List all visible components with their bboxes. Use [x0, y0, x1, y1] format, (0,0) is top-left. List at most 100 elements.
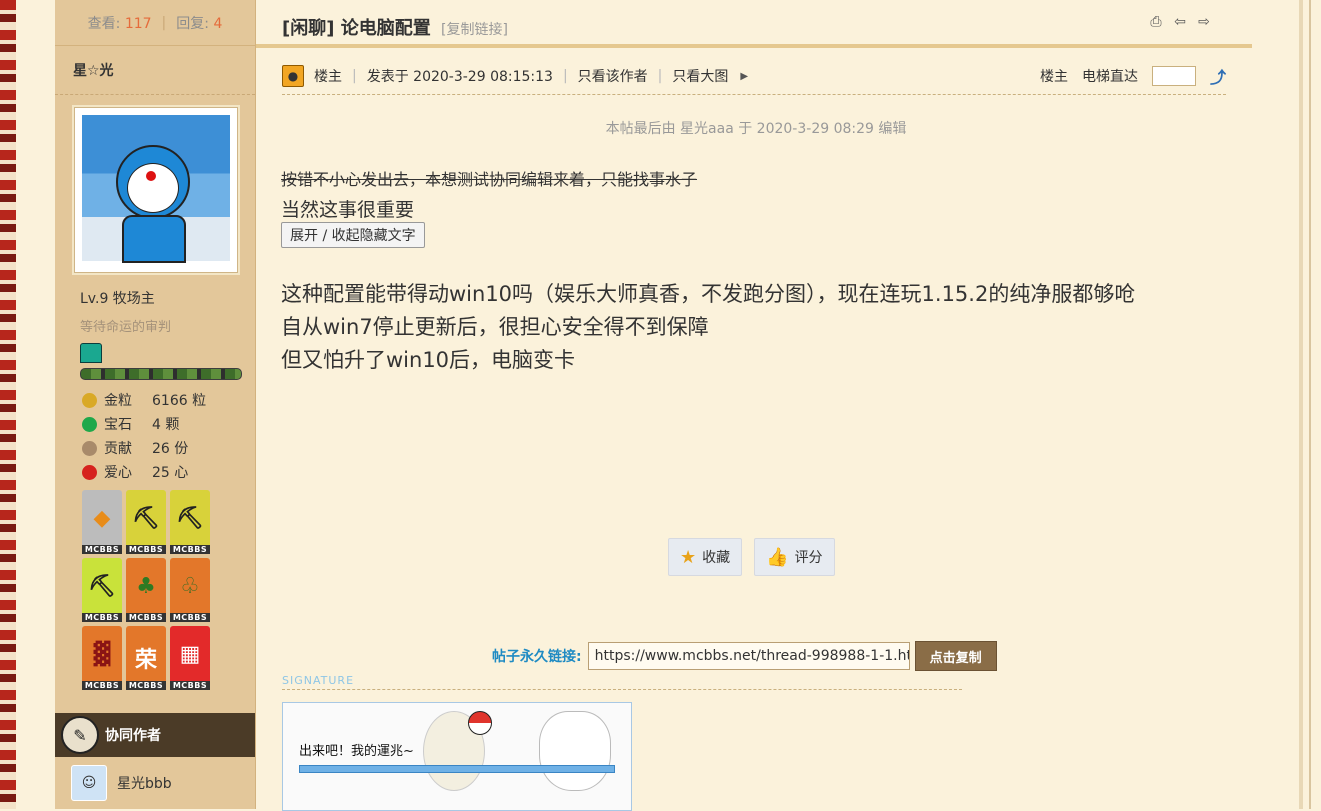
print-icon[interactable]: ⎙ [1148, 14, 1164, 30]
stat-value: 26 份 [152, 441, 189, 457]
experience-bar [80, 368, 242, 380]
meta-divider: | [657, 68, 663, 84]
doraemon-avatar-image [82, 115, 230, 263]
signature-text: 出来吧！我的運兆~ [299, 744, 414, 759]
user-level[interactable]: Lv.9 牧场主 [80, 288, 155, 308]
medal-pickaxe-icon[interactable]: ⛏ MCBBS [170, 490, 210, 554]
medal-grid: ◆ MCBBS ⛏ MCBBS ⛏ MCBBS ⛏ MCBBS ♣ MCBBS ♧ MCBB… [82, 490, 212, 690]
floor-number-input[interactable] [1151, 66, 1196, 86]
signature-divider: SIGNATURE [282, 674, 962, 690]
stat-label: 贡献 [104, 441, 132, 457]
post-body-line: 但又怕升了win10后，电脑变卡 [281, 348, 576, 372]
floor-label: 楼主 [1039, 69, 1068, 85]
thread-title-text: [闲聊] 论电脑配置 [282, 18, 431, 39]
rate-label: 评分 [794, 550, 823, 566]
stat-label: 宝石 [104, 417, 132, 433]
toggle-hidden-text-button[interactable]: 展开 / 收起隐藏文字 [281, 222, 425, 248]
star-icon: ★ [680, 546, 697, 568]
author-name[interactable]: 星☆光 [55, 46, 255, 95]
stat-value: 6166 粒 [152, 393, 207, 409]
post-actions: ★ 收藏 👍 评分 [668, 538, 835, 576]
coauthor-label: 协同作者 [105, 728, 161, 744]
medal-honor-icon[interactable]: 荣 MCBBS [126, 626, 166, 690]
coauthor-avatar[interactable]: ☺ [71, 765, 107, 801]
thread-title: [闲聊] 论电脑配置 [复制链接] [282, 14, 508, 40]
play-arrow-icon[interactable]: ▶ [740, 71, 748, 82]
meta-divider: | [562, 68, 568, 84]
permalink-label: 帖子永久链接: [492, 649, 582, 665]
post-line: 当然这事很重要 [281, 199, 415, 221]
favorite-label: 收藏 [702, 550, 731, 566]
thumbs-up-icon: 👍 [766, 546, 789, 568]
stat-gold: 金粒 6166 粒 [82, 388, 206, 412]
medal-pickaxe-icon[interactable]: ⛏ MCBBS [82, 558, 122, 622]
post-body: 这种配置能带得动win10吗（娱乐大师真香，不发跑分图），现在连玩1.15.2的… [281, 278, 1135, 377]
stat-value: 4 颗 [152, 417, 180, 433]
thread-title-bar: [闲聊] 论电脑配置 [复制链接] ⎙ ⇦ ⇨ [256, 0, 1252, 48]
stat-label: 爱心 [104, 465, 132, 481]
post-meta-bar: ● 楼主 | 发表于 2020-3-29 08:15:13 | 只看该作者 | … [282, 58, 1226, 95]
decorative-left-border [0, 0, 16, 809]
pokeball-icon [468, 711, 492, 735]
jump-go-icon[interactable]: ⤴ [1210, 64, 1226, 88]
user-title: 等待命运的审判 [80, 320, 172, 335]
next-thread-icon[interactable]: ⇨ [1196, 14, 1212, 30]
medal-netherwart-icon[interactable]: ▓ MCBBS [82, 626, 122, 690]
coauthor-header: ✎ 协同作者 [55, 713, 255, 757]
diamond-helmet-icon [80, 343, 102, 363]
previous-thread-icon[interactable]: ⇦ [1172, 14, 1188, 30]
jump-to-floor-label: 电梯直达 [1081, 69, 1138, 85]
stat-value: 25 心 [152, 465, 189, 481]
only-author-link[interactable]: 只看该作者 [578, 66, 648, 86]
post-body-line: 这种配置能带得动win10吗（娱乐大师真香，不发跑分图），现在连玩1.15.2的… [281, 282, 1136, 306]
stat-label: 金粒 [104, 393, 132, 409]
stat-gem: 宝石 4 颗 [82, 412, 206, 436]
permalink-url-field[interactable]: https://www.mcbbs.net/thread-998988-1-1.… [587, 642, 910, 670]
copy-link-button[interactable]: [复制链接] [441, 22, 508, 38]
coauthor-name[interactable]: 星光bbb [117, 773, 172, 793]
views-label: 查看: [87, 15, 121, 32]
big-image-link[interactable]: 只看大图 [672, 66, 728, 86]
post-timestamp: 发表于 2020-3-29 08:15:13 [366, 69, 553, 85]
contribution-icon [82, 440, 97, 456]
medal-window-icon[interactable]: ▦ MCBBS [170, 626, 210, 690]
title-actions: ⎙ ⇦ ⇨ [1148, 14, 1212, 30]
stat-contribution: 贡献 26 份 [82, 436, 206, 460]
floor-navigation: 楼主 电梯直达 ⤴ [1040, 64, 1226, 88]
views-count: 117 [124, 15, 152, 32]
thread-stats: 查看: 117 | 回复: 4 [55, 0, 255, 46]
stat-love: 爱心 25 心 [82, 460, 206, 484]
medal-pickaxe-icon[interactable]: ⛏ MCBBS [126, 490, 166, 554]
rate-button[interactable]: 👍 评分 [754, 538, 835, 576]
left-gutter [16, 0, 54, 809]
user-stats: 金粒 6166 粒 宝石 4 颗 贡献 26 份 爱心 25 心 [82, 388, 206, 484]
author-avatar[interactable] [74, 107, 238, 273]
author-sidebar: 查看: 117 | 回复: 4 星☆光 Lv.9 牧场主 等待命运的审判 金粒 … [55, 0, 256, 809]
copy-permalink-button[interactable]: 点击复制 [914, 641, 997, 671]
replies-stat: 回复: 4 [176, 13, 222, 33]
replies-count: 4 [213, 15, 223, 32]
author-online-icon: ● [282, 65, 304, 87]
coauthor-icon: ✎ [61, 716, 99, 754]
views-stat: 查看: 117 [88, 13, 152, 33]
owner-label: 楼主 [314, 69, 342, 85]
emerald-icon [82, 416, 97, 432]
signature-progress-bar [299, 765, 615, 773]
signature-image: 出来吧！我的運兆~ [282, 702, 632, 811]
medal-vine-icon[interactable]: ♧ MCBBS [170, 558, 210, 622]
replies-label: 回复: [176, 15, 209, 32]
stat-divider: | [161, 14, 167, 31]
post-main: [闲聊] 论电脑配置 [复制链接] ⎙ ⇦ ⇨ ● 楼主 | 发表于 2020-… [256, 0, 1256, 811]
permalink-row: 帖子永久链接: https://www.mcbbs.net/thread-998… [492, 641, 997, 671]
gold-nugget-icon [82, 392, 97, 408]
coauthor-user[interactable]: ☺ 星光bbb [55, 757, 255, 809]
medal-plant-icon[interactable]: ♣ MCBBS [126, 558, 166, 622]
post-body-line: 自从win7停止更新后，很担心安全得不到保障 [281, 315, 709, 339]
medal-fire-crystal-icon[interactable]: ◆ MCBBS [82, 490, 122, 554]
rabbit-meme-icon [539, 711, 611, 791]
apple-heart-icon [82, 464, 97, 480]
strikethrough-text: 按错不小心发出去，本想测试协同编辑来着，只能找事水子 [281, 170, 698, 189]
meta-divider: | [352, 68, 357, 84]
favorite-button[interactable]: ★ 收藏 [668, 538, 743, 576]
decorative-right-edge [1299, 0, 1321, 809]
